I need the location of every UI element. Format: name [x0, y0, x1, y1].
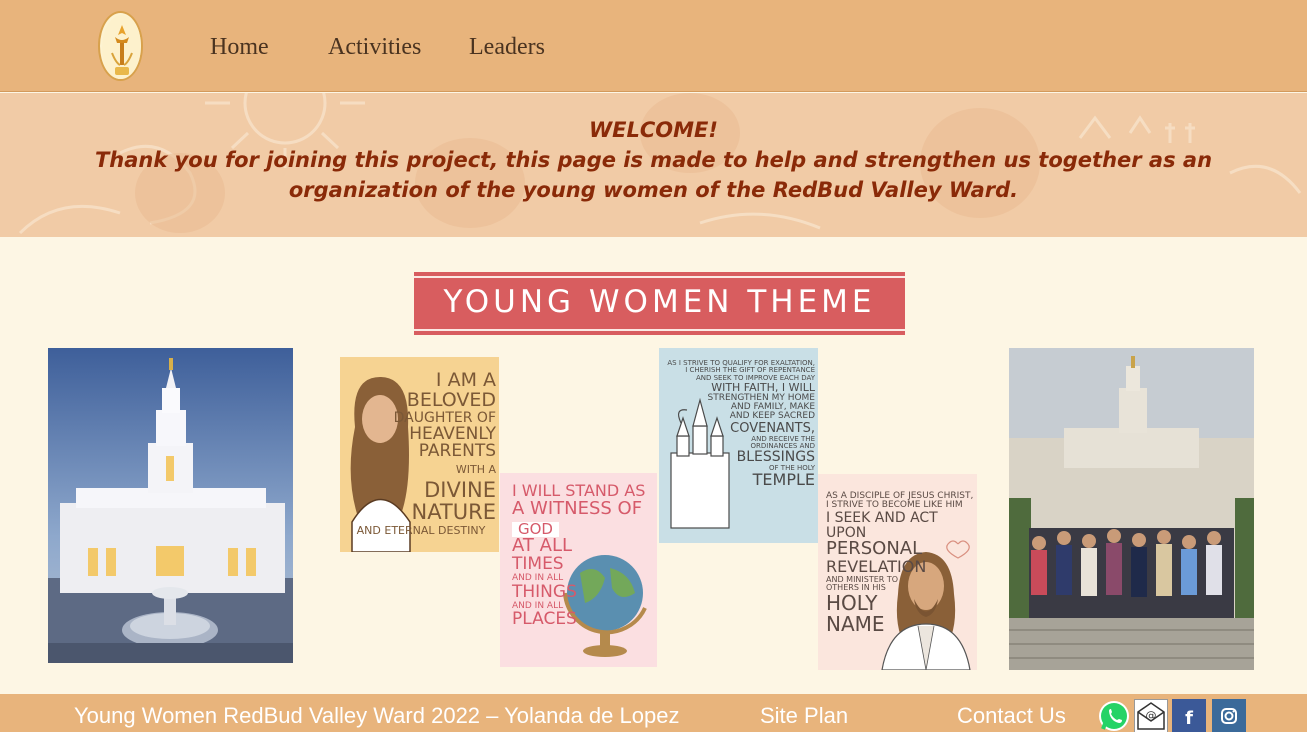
torch-logo[interactable] [98, 11, 143, 81]
card4-line3: I SEEK AND ACT UPON [826, 509, 938, 541]
theme-card-holy-name: AS A DISCIPLE OF JESUS CHRIST, I STRIVE … [818, 474, 977, 670]
card3-line8: COVENANTS, [730, 420, 815, 436]
temple-photo [48, 348, 293, 663]
welcome-message: Thank you for joining this project, this… [94, 148, 1213, 202]
card1-line5: WITH A [455, 463, 496, 477]
theme-card-divine-nature: I AM A BELOVED DAUGHTER OF HEAVENLY PARE… [340, 357, 499, 552]
nav-leaders-link[interactable]: Leaders [469, 34, 545, 61]
card1-line1: I AM A BELOVED [406, 369, 496, 411]
theme-label: YOUNG WOMEN THEME [443, 284, 876, 320]
card1-line8: AND ETERNAL DESTINY [356, 524, 486, 537]
top-navigation: Home Activities Leaders [0, 0, 1307, 92]
site-plan-link[interactable]: Site Plan [760, 703, 848, 729]
card3-line13: TEMPLE [752, 470, 815, 490]
theme-card-temple: AS I STRIVE TO QUALIFY FOR EXALTATION, I… [659, 348, 818, 543]
footer-credit: Young Women RedBud Valley Ward 2022 – Yo… [74, 703, 680, 728]
card4-line9: NAME [826, 611, 885, 636]
nav-home-link[interactable]: Home [210, 34, 269, 61]
card1-line7: NATURE [411, 499, 496, 524]
nav-activities-link[interactable]: Activities [328, 34, 421, 61]
card3-line11: BLESSINGS [736, 449, 815, 466]
site-footer: Young Women RedBud Valley Ward 2022 – Yo… [0, 694, 1307, 732]
contact-us-link[interactable]: Contact Us [957, 703, 1066, 729]
card4-line5: REVELATION [826, 557, 927, 577]
instagram-icon[interactable] [1212, 699, 1246, 732]
svg-text:f: f [1185, 708, 1193, 729]
whatsapp-icon[interactable] [1097, 699, 1131, 732]
group-temple-photo [1009, 348, 1254, 670]
theme-card-witness-of-god: I WILL STAND AS A WITNESS OF GOD AT ALL … [500, 473, 657, 667]
young-women-theme-banner: YOUNG WOMEN THEME [414, 272, 905, 335]
facebook-icon[interactable]: f [1172, 699, 1206, 732]
card1-line6: DIVINE [424, 477, 496, 502]
welcome-banner: WELCOME! Thank you for joining this proj… [0, 93, 1307, 237]
svg-text:@: @ [1146, 709, 1157, 722]
card2-line2: A WITNESS OF [512, 497, 643, 519]
card1-line4: PARENTS [418, 441, 496, 462]
email-icon[interactable]: @ [1134, 699, 1168, 732]
card4-line8: HOLY [826, 590, 878, 615]
card2-line9: PLACES [512, 608, 577, 629]
welcome-title: WELCOME! [589, 118, 718, 142]
card2-line5: TIMES [512, 554, 564, 575]
card3-line4: WITH FAITH, I WILL [711, 381, 815, 395]
card2-line7: THINGS [512, 581, 577, 602]
